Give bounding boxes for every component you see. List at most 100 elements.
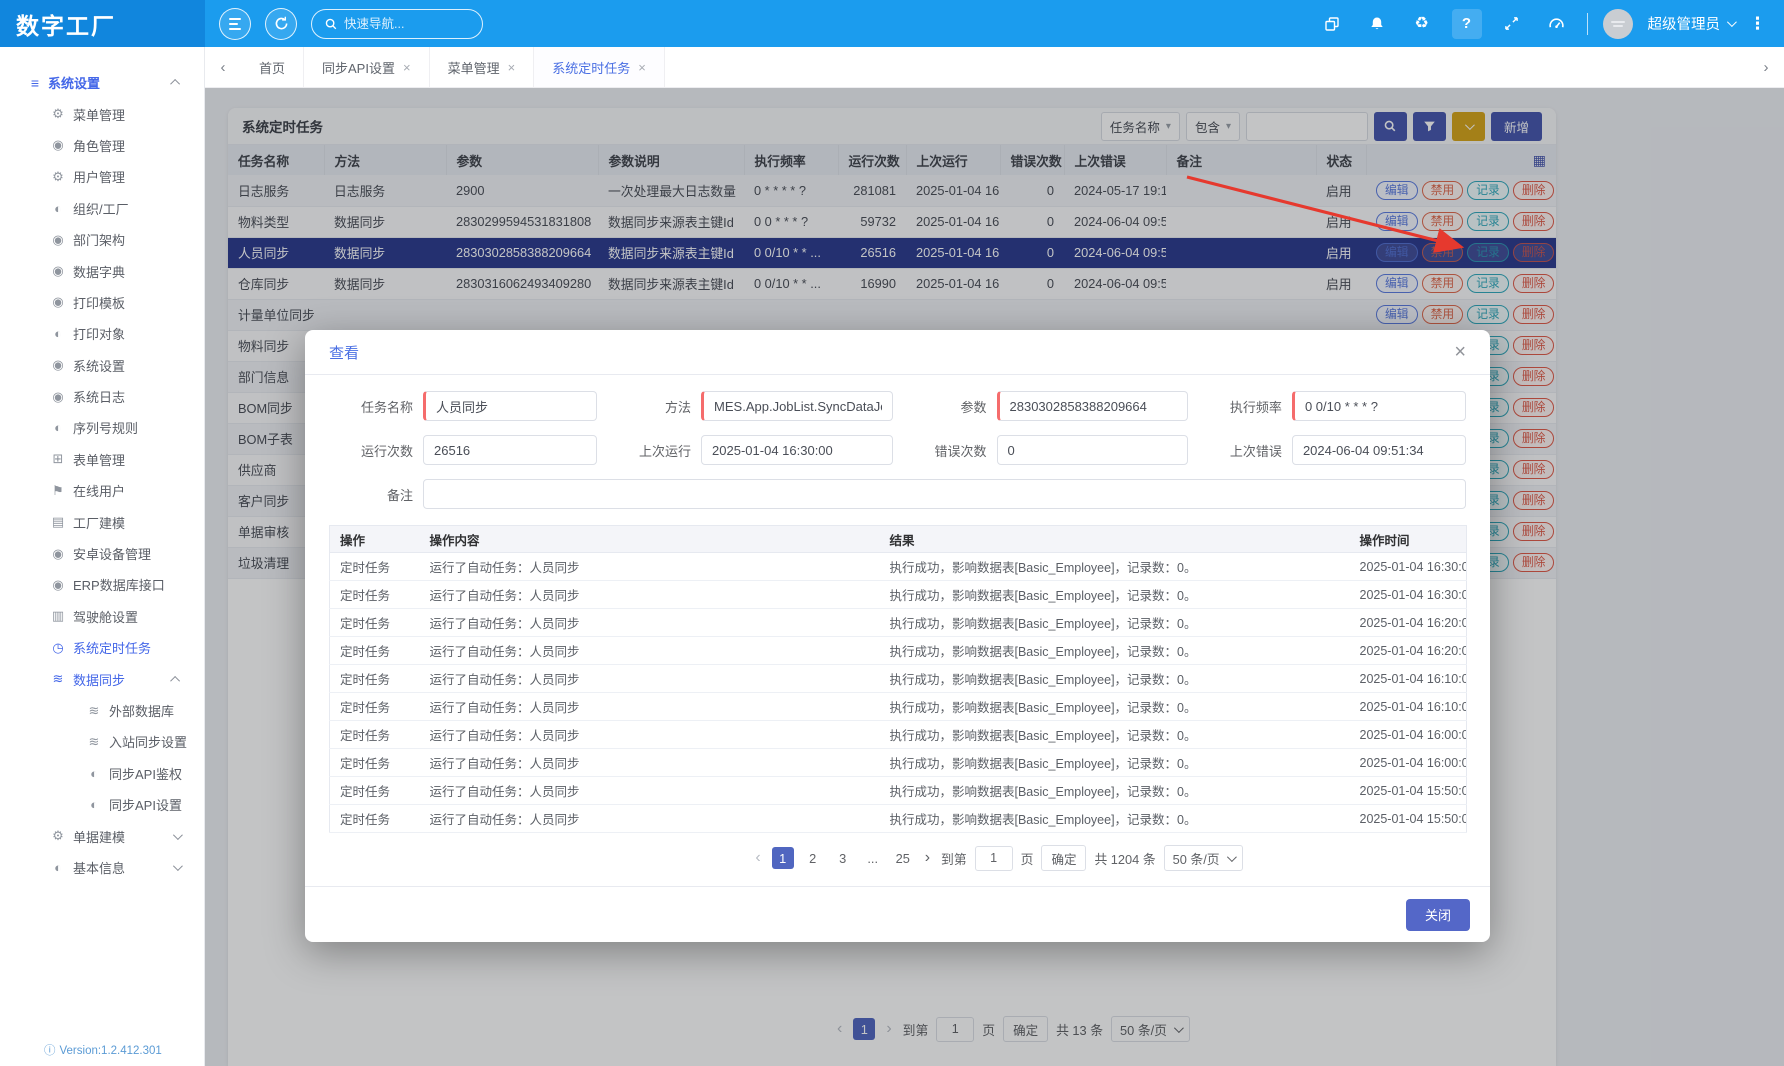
sidebar-item-serial-rules[interactable]: ◐序列号规则 [0,412,204,443]
method-field[interactable] [701,391,892,421]
sidebar-item-android-devices[interactable]: ◉安卓设备管理 [0,538,204,569]
param-field[interactable] [997,391,1188,421]
close-icon[interactable]: × [638,60,646,75]
sidebar-item-org-factory[interactable]: ◐组织/工厂 [0,193,204,224]
close-icon[interactable]: × [1454,342,1466,362]
sidebar-item-sync-api-settings[interactable]: ◐同步API设置 [0,789,204,820]
page-number[interactable]: 2 [802,847,824,869]
topbar: 数字工厂 ♻ ? 超级管 [0,0,1784,47]
menu-icon [229,18,241,30]
jump-page-input[interactable] [975,846,1013,871]
sidebar-item-system-settings[interactable]: ◉系统设置 [0,350,204,381]
sidebar-group-doc-modeling[interactable]: ⚙单据建模 [0,820,204,851]
circle-half-icon: ◐ [50,326,66,341]
sidebar-item-erp-db-interface[interactable]: ◉ERP数据库接口 [0,569,204,600]
sidebar-item-system-log[interactable]: ◉系统日志 [0,381,204,412]
sidebar-item-user-mgmt[interactable]: ⚙用户管理 [0,161,204,192]
gears-icon: ⚙ [50,828,66,844]
page-size-select[interactable]: 50 条/页 [1164,845,1243,871]
tab-home[interactable]: 首页 [241,47,304,87]
quick-nav-search[interactable] [311,9,483,39]
sidebar-group-system-settings[interactable]: ≡系统设置 [0,67,204,98]
sidebar-item-form-mgmt[interactable]: ⊞表单管理 [0,444,204,475]
errors-field[interactable] [997,435,1188,465]
multi-window-button[interactable] [1317,9,1347,39]
sidebar-item-factory-modeling[interactable]: ▤工厂建模 [0,506,204,537]
refresh-button[interactable] [265,8,297,40]
database-icon: ≋ [50,671,66,687]
circle-half-icon: ◐ [86,766,102,781]
log-row: 定时任务运行了自动任务：人员同步执行成功，影响数据表[Basic_Employe… [330,777,1467,805]
sidebar-item-dept-structure[interactable]: ◉部门架构 [0,224,204,255]
chevron-down-icon [1727,17,1737,27]
page-word: 页 [1021,849,1034,868]
lasterror-label: 上次错误 [1198,441,1282,460]
sidebar-item-scheduled-tasks[interactable]: ◷系统定时任务 [0,632,204,663]
remark-label: 备注 [329,485,413,504]
avatar[interactable] [1603,9,1633,39]
fullscreen-button[interactable] [1497,9,1527,39]
tab-menu-mgmt[interactable]: 菜单管理× [430,47,535,87]
circle-half-icon: ◐ [50,420,66,435]
page-ellipsis: ... [862,847,884,869]
sidebar-item-role-mgmt[interactable]: ◉角色管理 [0,130,204,161]
notifications-button[interactable] [1362,9,1392,39]
sidebar-item-sync-api-auth[interactable]: ◐同步API鉴权 [0,758,204,789]
username-label: 超级管理员 [1648,13,1721,34]
sidebar-item-external-db[interactable]: ≋外部数据库 [0,695,204,726]
sidebar-item-print-object[interactable]: ◐打印对象 [0,318,204,349]
freq-label: 执行频率 [1198,397,1282,416]
tabs-scroll-right[interactable]: › [1748,47,1784,87]
sidebar-item-cockpit-settings[interactable]: ▥驾驶舱设置 [0,601,204,632]
task-name-field[interactable] [423,391,597,421]
database-icon: ≋ [86,703,102,719]
more-menu-button[interactable]: ⋮ [1749,14,1766,34]
chevron-down-icon [173,830,183,840]
help-button[interactable]: ? [1452,9,1482,39]
page-number[interactable]: 3 [832,847,854,869]
recycle-button[interactable]: ♻ [1407,9,1437,39]
lasterror-field[interactable] [1292,435,1466,465]
dashboard-button[interactable] [1542,9,1572,39]
sidebar-item-inbound-sync[interactable]: ≋入站同步设置 [0,726,204,757]
freq-field[interactable] [1292,391,1466,421]
sidebar-item-menu-mgmt[interactable]: ⚙菜单管理 [0,98,204,129]
sidebar-group-data-sync[interactable]: ≋数据同步 [0,663,204,694]
close-icon[interactable]: × [403,60,411,75]
search-input[interactable] [344,17,454,31]
tab-sync-api-settings[interactable]: 同步API设置× [304,47,430,87]
page-number[interactable]: 1 [772,847,794,869]
log-row: 定时任务运行了自动任务：人员同步执行成功，影响数据表[Basic_Employe… [330,665,1467,693]
close-icon[interactable]: × [508,60,516,75]
circle-half-icon: ◐ [86,797,102,812]
sidebar-item-print-template[interactable]: ◉打印模板 [0,287,204,318]
log-row: 定时任务运行了自动任务：人员同步执行成功，影响数据表[Basic_Employe… [330,805,1467,833]
flag-icon: ⚑ [50,483,66,499]
confirm-jump-button[interactable]: 确定 [1041,845,1086,871]
log-row: 定时任务运行了自动任务：人员同步执行成功，影响数据表[Basic_Employe… [330,693,1467,721]
remark-field[interactable] [423,479,1466,509]
next-page-button[interactable]: › [922,849,933,867]
prev-page-button[interactable]: ‹ [752,849,763,867]
page-number[interactable]: 25 [892,847,914,869]
sidebar-item-data-dictionary[interactable]: ◉数据字典 [0,255,204,286]
sidebar-toggle-button[interactable] [219,8,251,40]
circle-icon: ◉ [50,389,66,405]
gear-icon: ⚙ [50,106,66,122]
version-label: ⓘVersion:1.2.412.301 [44,1042,162,1058]
info-icon: ⓘ [44,1045,56,1057]
tab-scheduled-tasks[interactable]: 系统定时任务× [534,47,665,87]
lastrun-field[interactable] [701,435,892,465]
modal-pagination: ‹ 1 2 3 ... 25 › 到第 页 确定 共 1204 条 50 条/页 [752,845,1242,871]
tabs-scroll-left[interactable]: ‹ [205,47,241,87]
sidebar-group-basic-info[interactable]: ◐基本信息 [0,852,204,883]
app-logo: 数字工厂 [0,0,205,47]
sidebar-item-online-users[interactable]: ⚑在线用户 [0,475,204,506]
user-menu[interactable]: 超级管理员 [1648,13,1735,34]
modal-title: 查看 [329,342,359,363]
circle-icon: ◉ [50,294,66,310]
modal-close-button[interactable]: 关闭 [1406,899,1470,931]
runs-field[interactable] [423,435,597,465]
task-name-label: 任务名称 [329,397,413,416]
jump-label: 到第 [941,849,967,868]
